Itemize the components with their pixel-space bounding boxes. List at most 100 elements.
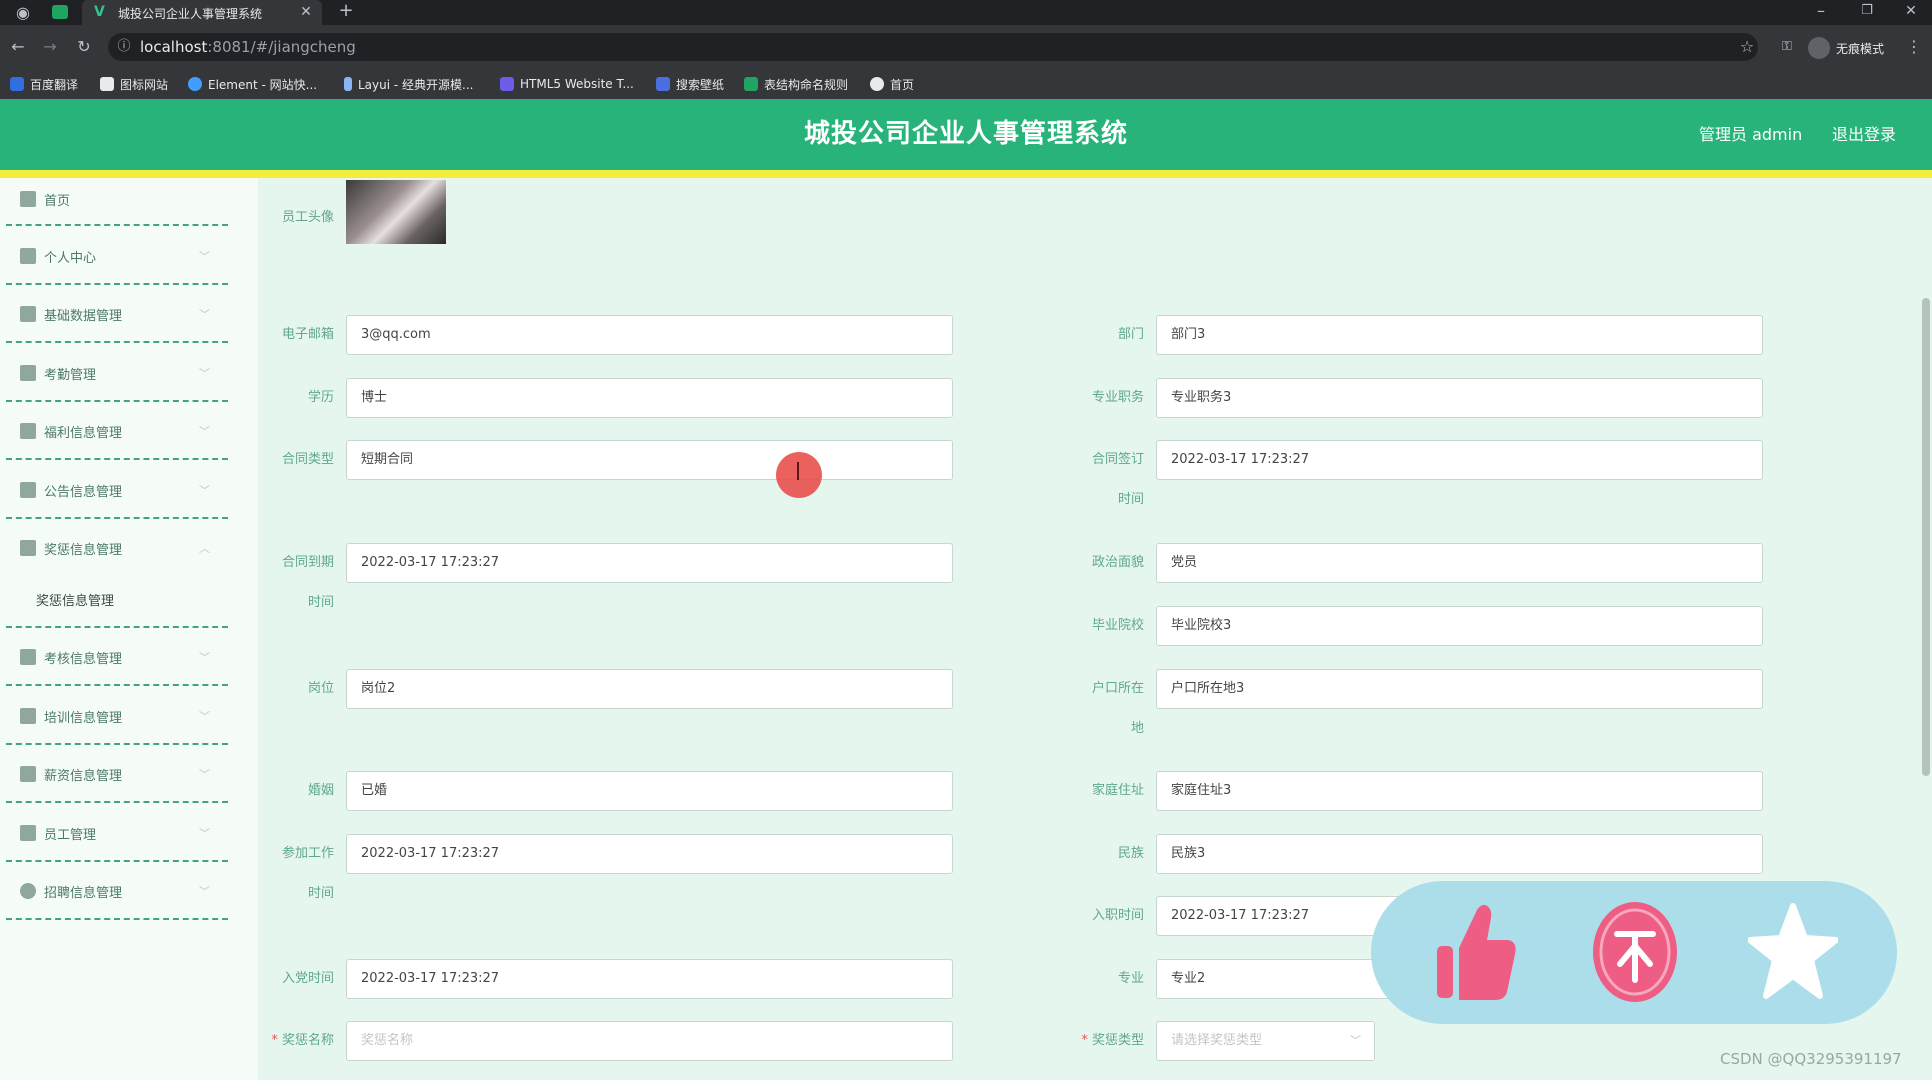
- work-start-field[interactable]: 2022-03-17 17:23:27: [346, 834, 953, 874]
- key-icon[interactable]: ⚿: [1776, 36, 1798, 58]
- bookmark-home[interactable]: 首页: [870, 72, 914, 96]
- sidebar-item-label: 个人中心: [44, 250, 97, 266]
- address-label: 家庭住址: [1091, 783, 1144, 798]
- bookmark-element[interactable]: Element - 网站快...: [188, 72, 317, 96]
- bookmark-naming[interactable]: 表结构命名规则: [744, 72, 848, 96]
- incognito-icon[interactable]: [1808, 37, 1830, 59]
- tab-favicon-icon[interactable]: [52, 5, 68, 19]
- chevron-down-icon: ﹀: [199, 768, 210, 781]
- sidebar-item-rewards[interactable]: 奖惩信息管理 ︿: [0, 520, 230, 576]
- bookmark-star-icon[interactable]: ☆: [1736, 36, 1758, 58]
- contract-end-field[interactable]: 2022-03-17 17:23:27: [346, 543, 953, 583]
- sidebar-item-salary[interactable]: 薪资信息管理 ﹀: [0, 746, 230, 802]
- thumbs-up-icon[interactable]: [1430, 900, 1520, 1004]
- political-label: 政治面貌: [1091, 555, 1144, 570]
- bookmark-label: 百度翻译: [30, 77, 79, 92]
- star-favorite-icon[interactable]: [1748, 900, 1838, 1004]
- bookmark-label: HTML5 Website T...: [520, 77, 634, 91]
- sidebar-divider: [6, 341, 228, 343]
- sidebar-item-label: 公告信息管理: [44, 484, 123, 500]
- address-field[interactable]: 家庭住址3: [1156, 771, 1763, 811]
- sidebar-item-label: 首页: [44, 193, 71, 209]
- contract-type-field[interactable]: 短期合同: [346, 440, 953, 480]
- sidebar-item-notice[interactable]: 公告信息管理 ﹀: [0, 462, 230, 518]
- bookmark-icon-site[interactable]: 图标网站: [100, 72, 168, 96]
- position-field[interactable]: 岗位2: [346, 669, 953, 709]
- school-label: 毕业院校: [1091, 618, 1144, 633]
- forward-icon[interactable]: →: [38, 36, 62, 58]
- bookmark-label: Layui - 经典开源模...: [358, 77, 474, 92]
- url-text: localhost:8081/#/jiangcheng: [140, 38, 356, 56]
- scrollbar-thumb[interactable]: [1922, 298, 1930, 776]
- tab-close-icon[interactable]: ✕: [296, 1, 316, 23]
- chevron-down-icon: ﹀: [199, 827, 210, 840]
- marriage-field[interactable]: 已婚: [346, 771, 953, 811]
- reward-type-label-text: 奖惩类型: [1091, 1033, 1144, 1048]
- html5-icon: [500, 77, 514, 91]
- bookmark-html5[interactable]: HTML5 Website T...: [500, 72, 634, 96]
- contract-sign-field[interactable]: 2022-03-17 17:23:27: [1156, 440, 1763, 480]
- title-field[interactable]: 专业职务3: [1156, 378, 1763, 418]
- education-field[interactable]: 博士: [346, 378, 953, 418]
- window-close-icon[interactable]: ✕: [1900, 0, 1922, 22]
- header-accent-bar: [0, 170, 1932, 178]
- user-icon: [20, 248, 36, 264]
- avatar-label: 员工头像: [281, 210, 334, 225]
- send-icon: [20, 708, 36, 724]
- sidebar-item-assessment[interactable]: 考核信息管理 ﹀: [0, 629, 230, 685]
- political-field[interactable]: 党员: [1156, 543, 1763, 583]
- sidebar-item-profile[interactable]: 个人中心 ﹀: [0, 228, 230, 284]
- power-icon: [20, 883, 36, 899]
- bookmark-layui[interactable]: Layui - 经典开源模...: [344, 72, 473, 96]
- layui-icon: [344, 77, 352, 91]
- school-field[interactable]: 毕业院校3: [1156, 606, 1763, 646]
- reward-type-select[interactable]: 请选择奖惩类型: [1156, 1021, 1375, 1061]
- back-icon[interactable]: ←: [6, 36, 30, 58]
- coin-icon[interactable]: [1590, 900, 1680, 1004]
- bookmark-baidu-fanyi[interactable]: 百度翻译: [10, 72, 78, 96]
- logout-link[interactable]: 退出登录: [1832, 99, 1896, 170]
- sidebar-item-label: 培训信息管理: [44, 710, 123, 726]
- chrome-menu-icon[interactable]: ◉: [12, 2, 34, 24]
- sidebar-subitem-rewards[interactable]: 奖惩信息管理: [36, 590, 114, 609]
- list-icon: [20, 540, 36, 556]
- email-field[interactable]: 3@qq.com: [346, 315, 953, 355]
- marriage-label: 婚姻: [307, 783, 334, 798]
- minimize-icon[interactable]: –: [1810, 0, 1832, 22]
- wallpaper-icon: [656, 77, 670, 91]
- title-label: 专业职务: [1091, 390, 1144, 405]
- site-info-icon[interactable]: ⓘ: [114, 36, 134, 58]
- chrome-more-icon[interactable]: ⋮: [1906, 36, 1922, 58]
- reload-icon[interactable]: ↻: [72, 36, 96, 58]
- hukou-field[interactable]: 户口所在地3: [1156, 669, 1763, 709]
- chevron-down-icon: ﹀: [199, 308, 210, 321]
- bookmark-label: 首页: [890, 77, 915, 92]
- baidu-fanyi-icon: [10, 77, 24, 91]
- sidebar-item-label: 福利信息管理: [44, 425, 123, 441]
- sidebar-item-base-data[interactable]: 基础数据管理 ﹀: [0, 286, 230, 342]
- chevron-down-icon: ﹀: [199, 484, 210, 497]
- chevron-down-icon: ﹀: [199, 651, 210, 664]
- sidebar-item-employees[interactable]: 员工管理 ﹀: [0, 805, 230, 861]
- sidebar-divider: [6, 860, 228, 862]
- party-date-field[interactable]: 2022-03-17 17:23:27: [346, 959, 953, 999]
- sidebar-item-home[interactable]: 首页: [0, 171, 230, 227]
- restore-icon[interactable]: ❐: [1856, 0, 1878, 22]
- sidebar-item-label: 员工管理: [44, 827, 97, 843]
- url-path: :8081/#/jiangcheng: [207, 38, 356, 56]
- sidebar-item-welfare[interactable]: 福利信息管理 ﹀: [0, 403, 230, 459]
- thumb-icon: [20, 482, 36, 498]
- contract-type-label: 合同类型: [281, 452, 334, 467]
- ethnicity-field[interactable]: 民族3: [1156, 834, 1763, 874]
- sidebar-item-recruitment[interactable]: 招聘信息管理 ﹀: [0, 863, 230, 919]
- department-field[interactable]: 部门3: [1156, 315, 1763, 355]
- reward-name-input[interactable]: 奖惩名称: [346, 1021, 953, 1061]
- url-host: localhost: [140, 38, 208, 56]
- hukou-label-line2: 地: [1130, 721, 1144, 736]
- sidebar-item-training[interactable]: 培训信息管理 ﹀: [0, 688, 230, 744]
- sidebar-item-attendance[interactable]: 考勤管理 ﹀: [0, 345, 230, 401]
- new-tab-icon[interactable]: +: [334, 0, 358, 22]
- ticket-icon: [20, 365, 36, 381]
- bookmark-wallpaper[interactable]: 搜索壁纸: [656, 72, 724, 96]
- sidebar-divider: [6, 458, 228, 460]
